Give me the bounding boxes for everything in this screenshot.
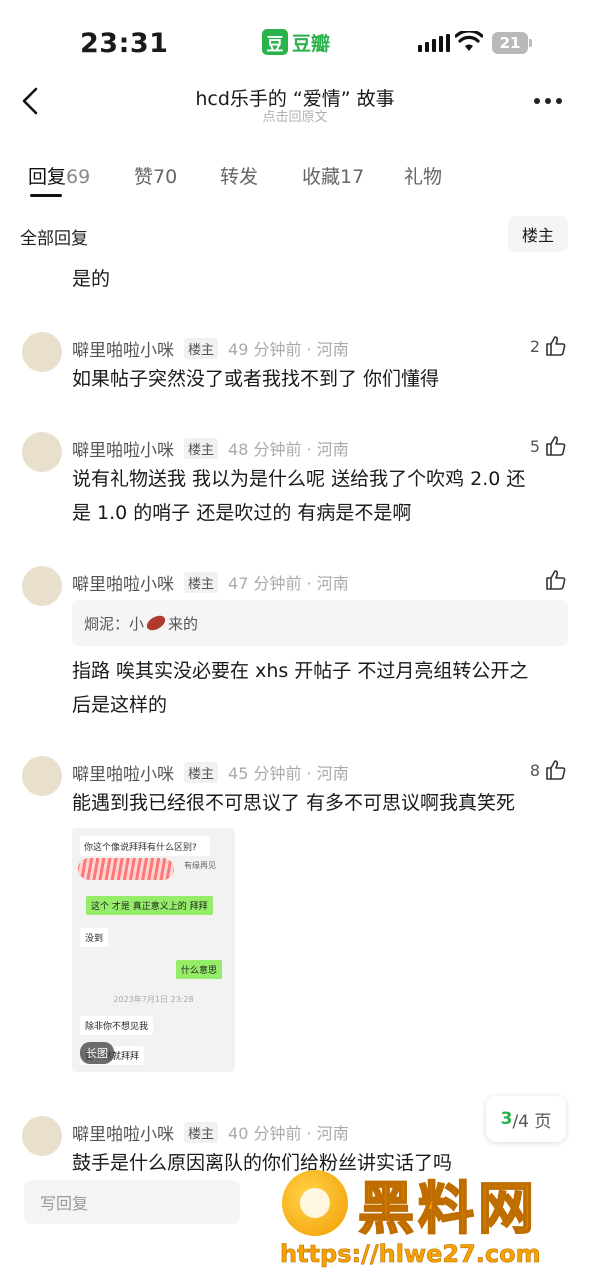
like-count: 8 — [529, 760, 540, 780]
chat-bubble: 你这个像说拜拜有什么区别? — [80, 836, 210, 856]
comment-text: 是 1.0 的哨子 还是吹过的 有病是不是啊 — [72, 502, 412, 524]
username[interactable]: 噼里啪啦小咪 — [72, 1120, 174, 1145]
avatar[interactable] — [22, 1116, 62, 1156]
tab-bar: 回复69 赞70 转发 收藏17 礼物 — [0, 160, 590, 200]
chat-timestamp: 2023年7月1日 23:28 — [113, 995, 194, 1004]
quote-text: 烱泥：小 — [84, 614, 145, 633]
op-only-filter-button[interactable]: 楼主 — [508, 216, 568, 252]
status-bar: 23:31 豆 豆瓣 21 — [0, 0, 590, 80]
battery-icon: 21 — [492, 32, 532, 54]
like-button[interactable]: 2 — [530, 334, 568, 358]
navigation-bar: hcd乐手的 “爱情” 故事 点击回原文 — [0, 80, 590, 130]
comment-text: 说有礼物送我 我以为是什么呢 送给我了个吹鸡 2.0 还 — [72, 468, 526, 490]
op-badge: 楼主 — [184, 1121, 219, 1143]
chat-bubble: 什么意思 — [176, 960, 223, 979]
op-badge: 楼主 — [184, 337, 219, 359]
username[interactable]: 噼里啪啦小咪 — [72, 570, 174, 595]
op-badge: 楼主 — [184, 571, 219, 593]
comment-text: 是的 — [72, 268, 111, 290]
comment-time: 47 分钟前 · 河南 — [228, 574, 349, 593]
like-button[interactable] — [544, 568, 568, 592]
comment-text: 指路 唉其实没必要在 xhs 开帖子 不过月亮组转公开之 — [72, 660, 529, 682]
comment-time: 49 分钟前 · 河南 — [228, 340, 349, 359]
thumbs-up-icon — [546, 436, 566, 456]
comment-text: 如果帖子突然没了或者我找不到了 你们懂得 — [72, 368, 440, 390]
cellular-signal-icon — [418, 34, 450, 52]
thumbs-up-icon — [546, 570, 566, 590]
page-indicator[interactable]: 3/4 页 — [486, 1096, 566, 1142]
avatar[interactable] — [22, 566, 62, 606]
chat-screenshot-image[interactable]: 你这个像说拜拜有什么区别? 有缘再见 这个 才是 真正意义上的 拜拜 没到 什么… — [72, 828, 235, 1072]
avatar[interactable] — [22, 756, 62, 796]
watermark: 黑料网 https://hlwe27.com — [278, 1164, 590, 1280]
tab-likes[interactable]: 赞70 — [134, 162, 177, 189]
redaction-scribble — [78, 858, 174, 880]
chat-bubble: 除非你不想见我 — [80, 1016, 154, 1035]
chat-bubble: 这个 才是 真正意义上的 拜拜 — [86, 896, 213, 915]
watermark-logo-icon — [282, 1170, 348, 1236]
tab-gifts[interactable]: 礼物 — [404, 162, 442, 189]
comment-text: 能遇到我已经很不可思议了 有多不可思议啊我真笑死 — [72, 792, 516, 814]
username[interactable]: 噼里啪啦小咪 — [72, 336, 174, 361]
tab-reposts[interactable]: 转发 — [220, 162, 258, 189]
clock: 23:31 — [80, 28, 169, 59]
quote-text: 来的 — [168, 614, 199, 633]
douban-logo-icon: 豆 — [262, 29, 288, 55]
watermark-url: https://hlwe27.com — [280, 1240, 541, 1269]
back-to-original-link[interactable]: 点击回原文 — [0, 106, 590, 125]
current-page: 3 — [500, 1109, 513, 1129]
like-count: 2 — [529, 336, 540, 356]
reply-filter-bar: 全部回复 楼主 — [0, 214, 590, 254]
comment-time: 48 分钟前 · 河南 — [228, 440, 349, 459]
thumbs-up-icon — [546, 760, 566, 780]
all-replies-label[interactable]: 全部回复 — [20, 224, 88, 249]
tab-collections[interactable]: 收藏17 — [302, 162, 364, 189]
wifi-icon — [455, 31, 483, 51]
like-button[interactable]: 8 — [530, 758, 568, 782]
op-badge: 楼主 — [184, 437, 219, 459]
more-options-icon[interactable] — [534, 98, 562, 104]
thumbs-up-icon — [546, 336, 566, 356]
like-button[interactable]: 5 — [530, 434, 568, 458]
active-tab-indicator — [30, 194, 62, 197]
total-pages: /4 页 — [512, 1111, 552, 1132]
username[interactable]: 噼里啪啦小咪 — [72, 760, 174, 785]
tab-replies[interactable]: 回复69 — [28, 162, 90, 189]
app-name: 豆瓣 — [292, 32, 331, 55]
app-indicator: 豆 豆瓣 — [262, 28, 330, 56]
comment-body: 指路 唉其实没必要在 xhs 开帖子 不过月亮组转公开之 后是这样的 — [72, 654, 572, 722]
chat-bubble: 没到 — [80, 928, 109, 947]
op-badge: 楼主 — [184, 761, 219, 783]
quoted-reply[interactable]: 烱泥：小 来的 — [72, 600, 568, 646]
avatar[interactable] — [22, 432, 62, 472]
watermark-title: 黑料网 — [357, 1176, 538, 1243]
chat-bubble: 有缘再见 — [184, 861, 216, 870]
sweet-potato-emoji-icon — [144, 612, 168, 634]
comment-time: 45 分钟前 · 河南 — [228, 764, 349, 783]
avatar[interactable] — [22, 332, 62, 372]
like-count: 5 — [529, 436, 540, 456]
comment-time: 40 分钟前 · 河南 — [228, 1124, 349, 1143]
long-image-badge: 长图 — [80, 1042, 114, 1064]
reply-input[interactable]: 写回复 — [24, 1180, 240, 1224]
comment-text: 后是这样的 — [72, 694, 168, 716]
username[interactable]: 噼里啪啦小咪 — [72, 436, 174, 461]
